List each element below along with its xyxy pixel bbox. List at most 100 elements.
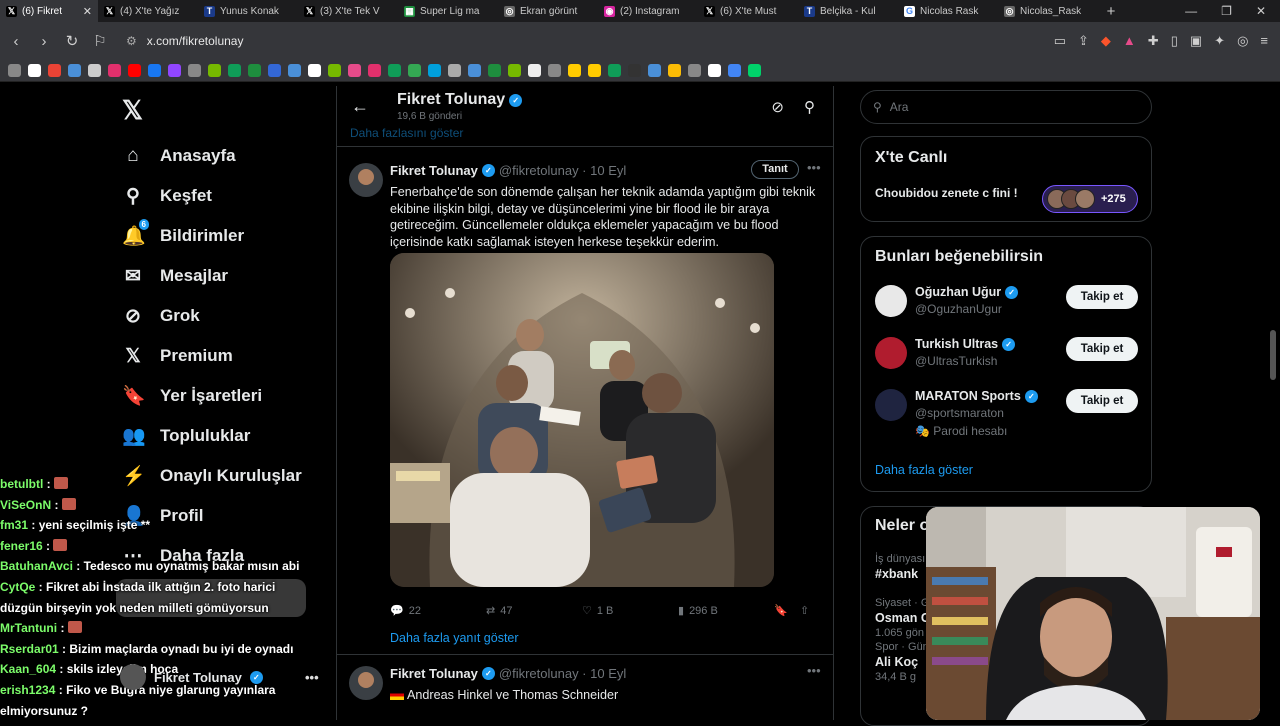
share-icon[interactable]: ⇧ <box>800 604 820 617</box>
avatar[interactable] <box>875 285 907 317</box>
back-arrow-icon[interactable]: ← <box>351 96 369 117</box>
bookmark-page-icon[interactable]: ⚐ <box>88 32 112 50</box>
live-space-title[interactable]: Choubidou zenete c fini ! <box>875 186 1018 200</box>
bookmark-favicon-icon[interactable] <box>8 64 21 77</box>
avatar[interactable] <box>349 666 383 700</box>
bookmark-favicon-icon[interactable] <box>268 64 281 77</box>
trend-item[interactable]: İş dünyası #xbank <box>875 553 925 581</box>
reply-button[interactable]: 💬 22 <box>390 604 486 618</box>
grok-icon[interactable]: ⊘ <box>771 98 784 116</box>
new-tab-button[interactable]: + <box>1098 3 1124 20</box>
browser-tab[interactable]: ◎ Ekran görünt <box>498 0 598 22</box>
bookmark-favicon-icon[interactable] <box>348 64 361 77</box>
live-listeners-pill[interactable]: +275 <box>1042 185 1138 213</box>
nav-item-4[interactable]: ⊘ Grok <box>122 296 302 336</box>
show-more-link[interactable]: Daha fazlasını göster <box>350 126 463 140</box>
cast-icon[interactable]: ▭ <box>1054 33 1066 49</box>
browser-tab[interactable]: ◎ Nicolas_Rask <box>998 0 1098 22</box>
bookmark-favicon-icon[interactable] <box>188 64 201 77</box>
bookmark-favicon-icon[interactable] <box>408 64 421 77</box>
bookmark-favicon-icon[interactable] <box>688 64 701 77</box>
bookmark-favicon-icon[interactable] <box>548 64 561 77</box>
share-icon[interactable]: ⇪ <box>1078 33 1089 49</box>
browser-tab[interactable]: T Yunus Konak <box>198 0 298 22</box>
follow-button[interactable]: Takip et <box>1066 389 1138 413</box>
more-icon[interactable]: ••• <box>807 663 821 678</box>
menu-icon[interactable]: ≡ <box>1260 33 1268 49</box>
trend-item[interactable]: Siyaset · G Osman G 1.065 gön <box>875 597 931 639</box>
nav-item-0[interactable]: ⌂ Anasayfa <box>122 136 302 176</box>
bookmark-favicon-icon[interactable] <box>248 64 261 77</box>
suggestion-name[interactable]: Turkish Ultras ✓ <box>915 337 1016 351</box>
browser-tab[interactable]: G Nicolas Rask <box>898 0 998 22</box>
nav-item-7[interactable]: 👥 Topluluklar <box>122 416 302 456</box>
reload-icon[interactable]: ↻ <box>60 32 84 50</box>
more-icon[interactable]: ••• <box>807 160 821 175</box>
suggestion-item[interactable]: Turkish Ultras ✓ @UltrasTurkish Takip et <box>875 337 1145 383</box>
browser-tab[interactable]: 𝕏 (6) Fikret ✕ <box>0 0 98 22</box>
bookmark-favicon-icon[interactable] <box>368 64 381 77</box>
follow-button[interactable]: Takip et <box>1066 337 1138 361</box>
tweet-photo[interactable] <box>390 253 774 587</box>
bookmark-favicon-icon[interactable] <box>308 64 321 77</box>
bookmark-favicon-icon[interactable] <box>628 64 641 77</box>
bookmark-favicon-icon[interactable] <box>428 64 441 77</box>
search-icon[interactable]: ⚲ <box>804 98 815 116</box>
suggestion-name[interactable]: Oğuzhan Uğur ✓ <box>915 285 1019 299</box>
bookmark-favicon-icon[interactable] <box>468 64 481 77</box>
scrollbar[interactable] <box>1270 330 1276 380</box>
nav-item-2[interactable]: 🔔 6 Bildirimler <box>122 216 302 256</box>
account-switcher[interactable]: Fikret Tolunay ✓ ••• <box>120 664 319 690</box>
bookmark-favicon-icon[interactable] <box>388 64 401 77</box>
bookmark-favicon-icon[interactable] <box>528 64 541 77</box>
vpn-icon[interactable]: ◎ <box>1237 33 1248 49</box>
bookmark-favicon-icon[interactable] <box>288 64 301 77</box>
bookmark-favicon-icon[interactable] <box>328 64 341 77</box>
follow-button[interactable]: Takip et <box>1066 285 1138 309</box>
nav-item-1[interactable]: ⚲ Keşfet <box>122 176 302 216</box>
leo-icon[interactable]: ✦ <box>1214 33 1225 49</box>
browser-tab[interactable]: 𝕏 (3) X'te Tek V <box>298 0 398 22</box>
suggestion-name[interactable]: MARATON Sports ✓ <box>915 389 1038 403</box>
close-tab-icon[interactable]: ✕ <box>83 5 92 18</box>
restore-icon[interactable]: ❐ <box>1221 4 1232 18</box>
repost-button[interactable]: ⇄ 47 <box>486 604 582 618</box>
url-field[interactable]: ⚙ x.com/fikretolunay <box>126 34 243 48</box>
nav-item-6[interactable]: 🔖 Yer İşaretleri <box>122 376 302 416</box>
back-icon[interactable]: ‹ <box>4 33 28 50</box>
trend-item[interactable]: Spor · Gün Ali Koç 34,4 B g <box>875 641 929 683</box>
site-info-icon[interactable]: ⚙ <box>126 34 137 48</box>
search-input[interactable]: ⚲ Ara <box>860 90 1152 124</box>
bookmark-favicon-icon[interactable] <box>708 64 721 77</box>
bookmark-favicon-icon[interactable] <box>88 64 101 77</box>
like-button[interactable]: ♡ 1 B <box>582 604 678 618</box>
bookmark-favicon-icon[interactable] <box>488 64 501 77</box>
bookmark-favicon-icon[interactable] <box>148 64 161 77</box>
bookmark-favicon-icon[interactable] <box>228 64 241 77</box>
promote-button[interactable]: Tanıt <box>751 160 799 179</box>
browser-tab[interactable]: 𝕏 (4) X'te Yağız <box>98 0 198 22</box>
minimize-icon[interactable]: — <box>1185 4 1197 18</box>
bookmark-favicon-icon[interactable] <box>668 64 681 77</box>
views-button[interactable]: ▮ 296 B <box>678 604 774 618</box>
nav-item-3[interactable]: ✉ Mesajlar <box>122 256 302 296</box>
bookmark-favicon-icon[interactable] <box>128 64 141 77</box>
brave-shield-icon[interactable]: ◆ <box>1101 33 1111 49</box>
bookmark-favicon-icon[interactable] <box>608 64 621 77</box>
avatar[interactable] <box>875 337 907 369</box>
avatar[interactable] <box>875 389 907 421</box>
bookmark-icon[interactable]: 🔖 <box>774 604 800 617</box>
suggestion-item[interactable]: Oğuzhan Uğur ✓ @OguzhanUgur Takip et <box>875 285 1145 331</box>
bookmark-favicon-icon[interactable] <box>748 64 761 77</box>
bookmark-favicon-icon[interactable] <box>48 64 61 77</box>
forward-icon[interactable]: › <box>32 33 56 50</box>
more-icon[interactable]: ••• <box>305 670 319 685</box>
nav-item-5[interactable]: 𝕏 Premium <box>122 336 302 376</box>
bookmark-favicon-icon[interactable] <box>648 64 661 77</box>
bookmark-favicon-icon[interactable] <box>728 64 741 77</box>
browser-tab[interactable]: ◉ (2) Instagram <box>598 0 698 22</box>
extensions-icon[interactable]: ✚ <box>1148 33 1159 49</box>
browser-tab[interactable]: T Belçika - Kul <box>798 0 898 22</box>
bookmark-favicon-icon[interactable] <box>208 64 221 77</box>
bookmark-favicon-icon[interactable] <box>448 64 461 77</box>
